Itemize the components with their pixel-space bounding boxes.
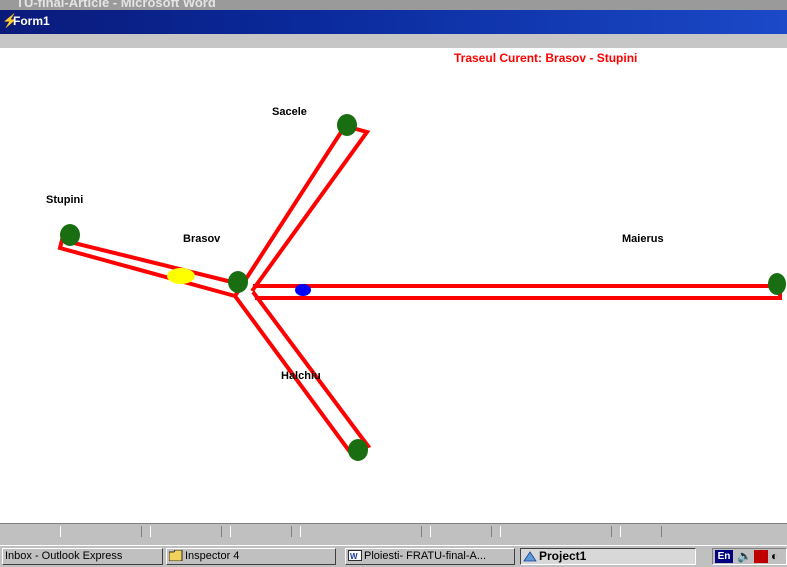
clock-icon[interactable]: ◐ xyxy=(771,549,778,563)
city-label-sacele: Sacele xyxy=(272,106,307,118)
window-title: Form1 xyxy=(13,14,50,28)
window-titlebar[interactable]: ⚡ Form1 xyxy=(0,10,787,34)
road-brasov-maierus xyxy=(253,284,782,300)
city-label-halchiu: Halchiu xyxy=(281,370,321,382)
background-statusbar xyxy=(0,523,787,546)
taskbar-button-word[interactable]: W Ploiesti- FRATU-final-A... xyxy=(345,548,515,565)
taskbar-button-inspector[interactable]: Inspector 4 xyxy=(166,548,336,565)
system-tray: En 🔈 ◐ xyxy=(712,548,787,565)
taskbar: Inbox - Outlook Express Inspector 4 W Pl… xyxy=(0,545,787,567)
node-halchiu xyxy=(348,439,368,461)
folder-icon xyxy=(168,549,183,562)
node-maierus xyxy=(768,273,786,295)
current-position-marker xyxy=(167,268,195,284)
node-stupini xyxy=(60,224,80,246)
vehicle-marker xyxy=(295,284,311,296)
svg-text:W: W xyxy=(350,552,358,561)
map-canvas[interactable]: Traseul Curent: Brasov - Stupini Sacele … xyxy=(0,48,787,523)
network-icon[interactable] xyxy=(754,550,768,563)
road-brasov-stupini xyxy=(57,237,241,298)
road-map xyxy=(57,114,786,461)
word-icon: W xyxy=(348,550,362,561)
language-indicator[interactable]: En xyxy=(715,550,733,563)
background-word-titlebar: TU-final-Article - Microsoft Word xyxy=(0,0,787,10)
node-brasov xyxy=(228,271,248,293)
taskbar-button-label: Inspector 4 xyxy=(185,550,240,562)
taskbar-button-label: Project1 xyxy=(539,549,587,563)
node-sacele xyxy=(337,114,357,136)
background-window-title: TU-final-Article - Microsoft Word xyxy=(16,0,216,10)
city-label-stupini: Stupini xyxy=(46,194,84,206)
taskbar-button-outlook[interactable]: Inbox - Outlook Express xyxy=(2,548,163,565)
city-label-maierus: Maierus xyxy=(622,233,664,245)
taskbar-button-label: Ploiesti- FRATU-final-A... xyxy=(364,550,487,562)
speaker-icon[interactable]: 🔈 xyxy=(737,549,752,563)
vb-project-icon xyxy=(523,551,537,562)
form-top-strip xyxy=(0,34,787,48)
taskbar-button-project1[interactable]: Project1 xyxy=(520,548,696,565)
city-label-brasov: Brasov xyxy=(183,233,221,245)
taskbar-button-label: Inbox - Outlook Express xyxy=(5,550,123,562)
road-brasov-sacele xyxy=(233,123,371,298)
